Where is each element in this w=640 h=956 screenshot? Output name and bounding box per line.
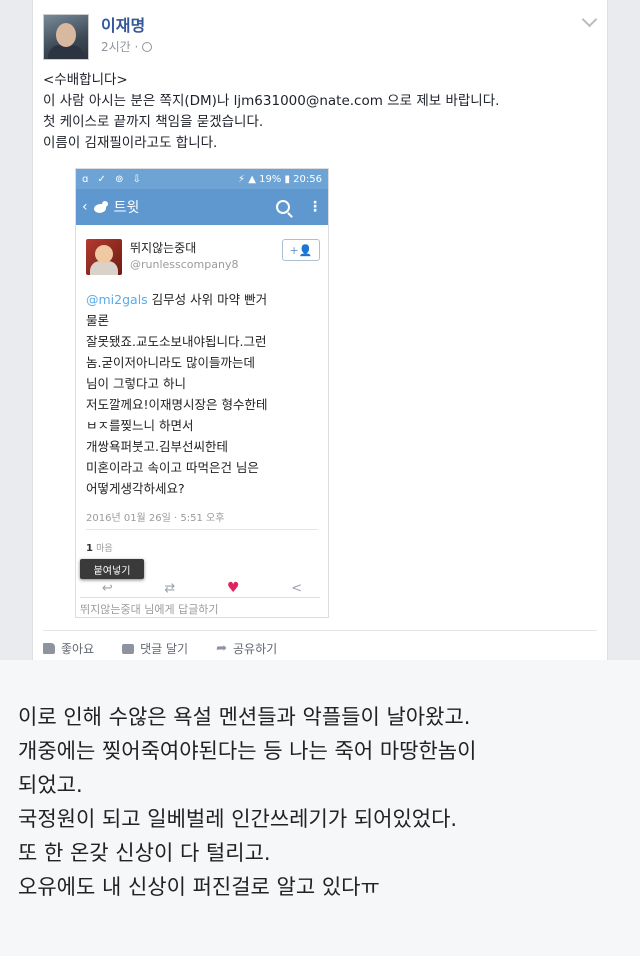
likes-label: 마음 bbox=[96, 544, 113, 554]
tweet-line: 잘못됐죠.교도소보내야됩니다.그런 bbox=[86, 334, 267, 349]
tweet-line: 저도깔께요!이재명시장은 형수한테 bbox=[86, 397, 268, 412]
caption-line: 개중에는 찢어죽여야된다는 등 나는 죽어 마땅한놈이 bbox=[18, 739, 477, 763]
comment-button[interactable]: 댓글 달기 bbox=[122, 640, 188, 657]
comment-icon bbox=[122, 643, 135, 654]
facebook-post-screenshot: 이재명 2시간 · <수배합니다> 이 사람 아시는 분은 쪽지(DM)나 lj… bbox=[0, 0, 640, 660]
caption-line: 되었고. bbox=[18, 773, 83, 797]
post-time[interactable]: 2시간 · bbox=[101, 38, 138, 55]
tweet-line: 님이 그렇다고 하니 bbox=[86, 376, 186, 391]
status-icons-left: ɑ ✓ ⊚ ⇩ bbox=[82, 173, 145, 185]
twitter-app-bar: ‹ 트윗 ⋮ bbox=[76, 189, 328, 225]
caption-line: 국정원이 되고 일베벌레 인간쓰레기가 되어있었다. bbox=[18, 807, 458, 831]
share-label: 공유하기 bbox=[233, 642, 278, 656]
tweet-line: 미혼이라고 속이고 따먹은건 님은 bbox=[86, 460, 259, 475]
tweet-screenshot: ɑ ✓ ⊚ ⇩ ⚡ ▲ 19% ▮ 20:56 ‹ 트윗 ⋮ 뛰지않는중대 @r… bbox=[75, 168, 329, 618]
post-actions: 좋아요 댓글 달기 ➦ 공유하기 bbox=[43, 640, 277, 657]
post-line: <수배합니다> bbox=[43, 72, 128, 88]
search-icon[interactable] bbox=[276, 200, 290, 214]
share-arrow-icon: ➦ bbox=[216, 641, 228, 656]
post-line: 이름이 김재필이라고도 합니다. bbox=[43, 135, 218, 151]
follow-button[interactable]: +👤 bbox=[282, 239, 320, 261]
author-avatar[interactable] bbox=[43, 14, 89, 60]
tweet-line: 물론 bbox=[86, 313, 110, 328]
post-card: 이재명 2시간 · <수배합니다> 이 사람 아시는 분은 쪽지(DM)나 lj… bbox=[32, 0, 608, 660]
divider bbox=[86, 529, 318, 530]
tweet-line: 개쌍욕퍼붓고.김부선씨한테 bbox=[86, 439, 228, 454]
tweet-line: 김무성 사위 마약 빤거 bbox=[147, 292, 268, 307]
retweet-icon[interactable]: ⇄ bbox=[164, 581, 175, 596]
reply-input[interactable]: 뛰지않는중대 님에게 답글하기 bbox=[80, 597, 320, 617]
caption-line: 오유에도 내 신상이 퍼진걸로 알고 있다ㅠ bbox=[18, 875, 380, 899]
chevron-down-icon[interactable] bbox=[581, 11, 598, 28]
tweet-line: ㅂㅈ를찢느니 하면서 bbox=[86, 418, 194, 433]
tweet-mention[interactable]: @mi2gals bbox=[86, 292, 148, 307]
share-button[interactable]: ➦ 공유하기 bbox=[216, 640, 277, 657]
tweet-date: 2016년 01월 26일 · 5:51 오후 bbox=[86, 513, 225, 524]
tweet-author-handle: @runlesscompany8 bbox=[130, 258, 239, 271]
author-name[interactable]: 이재명 bbox=[101, 12, 145, 36]
post-line: 이 사람 아시는 분은 쪽지(DM)나 ljm631000@nate.com 으… bbox=[43, 93, 500, 109]
caption-line: 또 한 온갖 신상이 다 털리고. bbox=[18, 841, 271, 865]
thumbs-up-icon bbox=[43, 643, 55, 654]
tweet-line: 어떻게생각하세요? bbox=[86, 481, 185, 496]
caption-line: 이로 인해 수않은 욕설 멘션들과 악플들이 날아왔고. bbox=[18, 705, 471, 729]
status-bar: ɑ ✓ ⊚ ⇩ ⚡ ▲ 19% ▮ 20:56 bbox=[76, 169, 328, 189]
globe-icon bbox=[142, 41, 153, 52]
tweet-line: 놈.굳이저아니라도 많이들까는데 bbox=[86, 355, 255, 370]
likes-count: 1 bbox=[86, 543, 93, 554]
back-icon[interactable]: ‹ bbox=[82, 199, 88, 215]
tweet-author-avatar[interactable] bbox=[86, 239, 122, 275]
app-bar-title: 트윗 bbox=[113, 200, 140, 216]
like-label: 좋아요 bbox=[61, 642, 95, 656]
post-meta: 2시간 · bbox=[101, 38, 153, 55]
divider bbox=[43, 630, 597, 631]
caption-text: 이로 인해 수않은 욕설 멘션들과 악플들이 날아왔고. 개중에는 찢어죽여야된… bbox=[18, 700, 628, 904]
share-icon[interactable]: < bbox=[291, 581, 302, 596]
tweet-author-name[interactable]: 뛰지않는중대 bbox=[130, 239, 196, 256]
comment-label: 댓글 달기 bbox=[140, 642, 189, 656]
post-text: <수배합니다> 이 사람 아시는 분은 쪽지(DM)나 ljm631000@na… bbox=[43, 70, 599, 154]
status-icons-right: ⚡ ▲ 19% ▮ 20:56 bbox=[238, 173, 322, 185]
more-vertical-icon[interactable]: ⋮ bbox=[308, 199, 322, 215]
twitter-bird-icon bbox=[92, 200, 108, 214]
heart-icon[interactable]: ♥ bbox=[227, 580, 240, 596]
tweet-likes[interactable]: 1 마음 bbox=[86, 541, 113, 554]
paste-popup-button[interactable]: 붙여넣기 bbox=[80, 559, 144, 579]
tweet-text: @mi2gals 김무성 사위 마약 빤거 물론 잘못됐죠.교도소보내야됩니다.… bbox=[86, 289, 322, 499]
post-line: 첫 케이스로 끝까지 책임을 묻겠습니다. bbox=[43, 114, 264, 130]
like-button[interactable]: 좋아요 bbox=[43, 640, 94, 657]
reply-icon[interactable]: ↩ bbox=[102, 581, 113, 596]
